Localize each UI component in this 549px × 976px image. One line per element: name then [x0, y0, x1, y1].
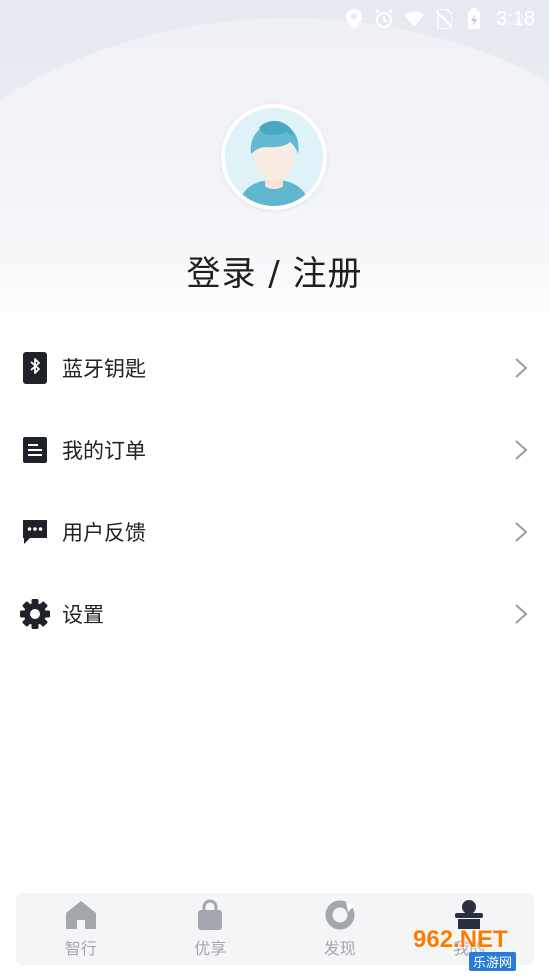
- chevron-right-icon: [513, 603, 529, 625]
- watermark-brand: 962.NET: [413, 926, 508, 953]
- status-bar: 3:18: [0, 0, 549, 38]
- home-icon: [64, 899, 98, 931]
- chevron-right-icon: [513, 439, 529, 461]
- avatar[interactable]: [221, 104, 327, 210]
- chevron-right-icon: [513, 521, 529, 543]
- battery-charging-icon: [464, 8, 484, 29]
- menu-item-label: 用户反馈: [62, 521, 146, 545]
- watermark-logo: 962.NET 乐游网: [409, 926, 543, 971]
- login-register-link[interactable]: 登录 / 注册: [0, 246, 549, 295]
- feedback-chat-icon: [20, 517, 50, 547]
- bluetooth-icon: [20, 352, 50, 384]
- status-time: 3:18: [496, 7, 535, 30]
- menu-item-settings[interactable]: 设置: [0, 573, 549, 655]
- menu-list: 蓝牙钥匙 我的订单 用户反馈 设置: [0, 327, 549, 655]
- user-avatar-icon: [225, 108, 323, 206]
- watermark-sub: 乐游网: [469, 952, 517, 971]
- tab-label: 智行: [64, 939, 97, 958]
- gear-icon: [20, 599, 50, 629]
- chevron-right-icon: [513, 357, 529, 379]
- tab-label: 发现: [323, 939, 356, 958]
- no-sim-icon: [434, 9, 454, 29]
- tab-youxiang[interactable]: 优享: [160, 899, 260, 959]
- location-icon: [344, 9, 364, 29]
- order-list-icon: [20, 435, 50, 465]
- tab-faxian[interactable]: 发现: [290, 899, 390, 959]
- menu-item-label: 蓝牙钥匙: [62, 357, 146, 381]
- alarm-icon: [374, 9, 394, 29]
- menu-item-label: 我的订单: [62, 439, 146, 463]
- menu-item-my-orders[interactable]: 我的订单: [0, 409, 549, 491]
- menu-item-user-feedback[interactable]: 用户反馈: [0, 491, 549, 573]
- menu-item-label: 设置: [62, 603, 104, 627]
- shopping-bag-icon: [193, 899, 227, 931]
- tab-label: 优享: [194, 939, 227, 958]
- tab-zhixing[interactable]: 智行: [31, 899, 131, 959]
- menu-item-bluetooth-key[interactable]: 蓝牙钥匙: [0, 327, 549, 409]
- discover-icon: [323, 899, 357, 931]
- wifi-icon: [404, 9, 425, 29]
